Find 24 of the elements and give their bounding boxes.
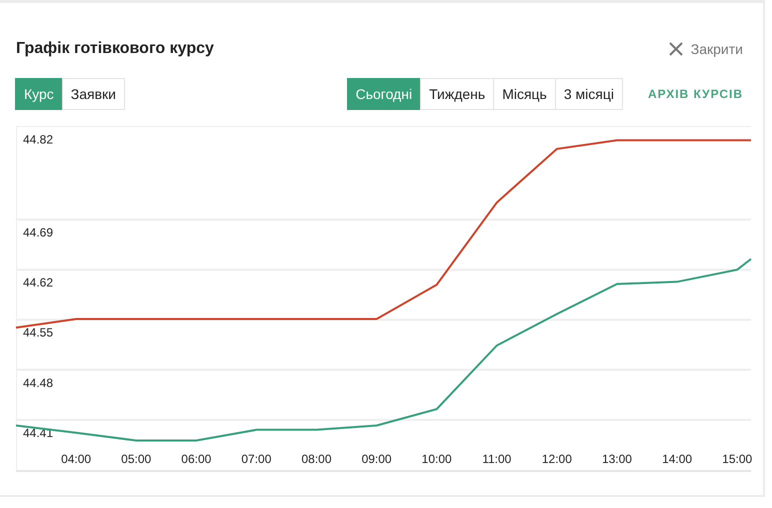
period-tab[interactable]: Тиждень xyxy=(420,78,494,110)
close-button[interactable]: Закрити xyxy=(668,41,743,57)
x-tick-label: 14:00 xyxy=(662,452,692,466)
close-icon xyxy=(668,42,683,56)
period-tab[interactable]: 3 місяці xyxy=(554,78,623,110)
x-tick-label: 13:00 xyxy=(602,452,632,466)
x-tick-label: 04:00 xyxy=(61,452,92,466)
x-tick-label: 08:00 xyxy=(301,452,332,466)
x-tick-label: 10:00 xyxy=(422,452,452,466)
y-tick-label: 44.55 xyxy=(23,326,54,340)
period-tab[interactable]: Місяць xyxy=(493,78,556,110)
x-tick-label: 11:00 xyxy=(482,452,512,466)
x-tick-label: 05:00 xyxy=(121,452,152,466)
x-tick-label: 07:00 xyxy=(241,452,272,466)
x-tick-label: 09:00 xyxy=(362,452,392,466)
x-tick-label: 15:00 xyxy=(722,452,752,466)
y-tick-label: 44.48 xyxy=(23,376,54,390)
y-tick-label: 44.62 xyxy=(23,276,54,290)
y-tick-label: 44.82 xyxy=(23,132,54,147)
x-tick-label: 12:00 xyxy=(542,452,572,466)
y-tick-label: 44.69 xyxy=(23,226,54,240)
x-tick-label: 06:00 xyxy=(181,452,212,466)
chart-title: Графік готівкового курсу xyxy=(16,40,214,58)
view-tab[interactable]: Заявки xyxy=(62,78,126,110)
